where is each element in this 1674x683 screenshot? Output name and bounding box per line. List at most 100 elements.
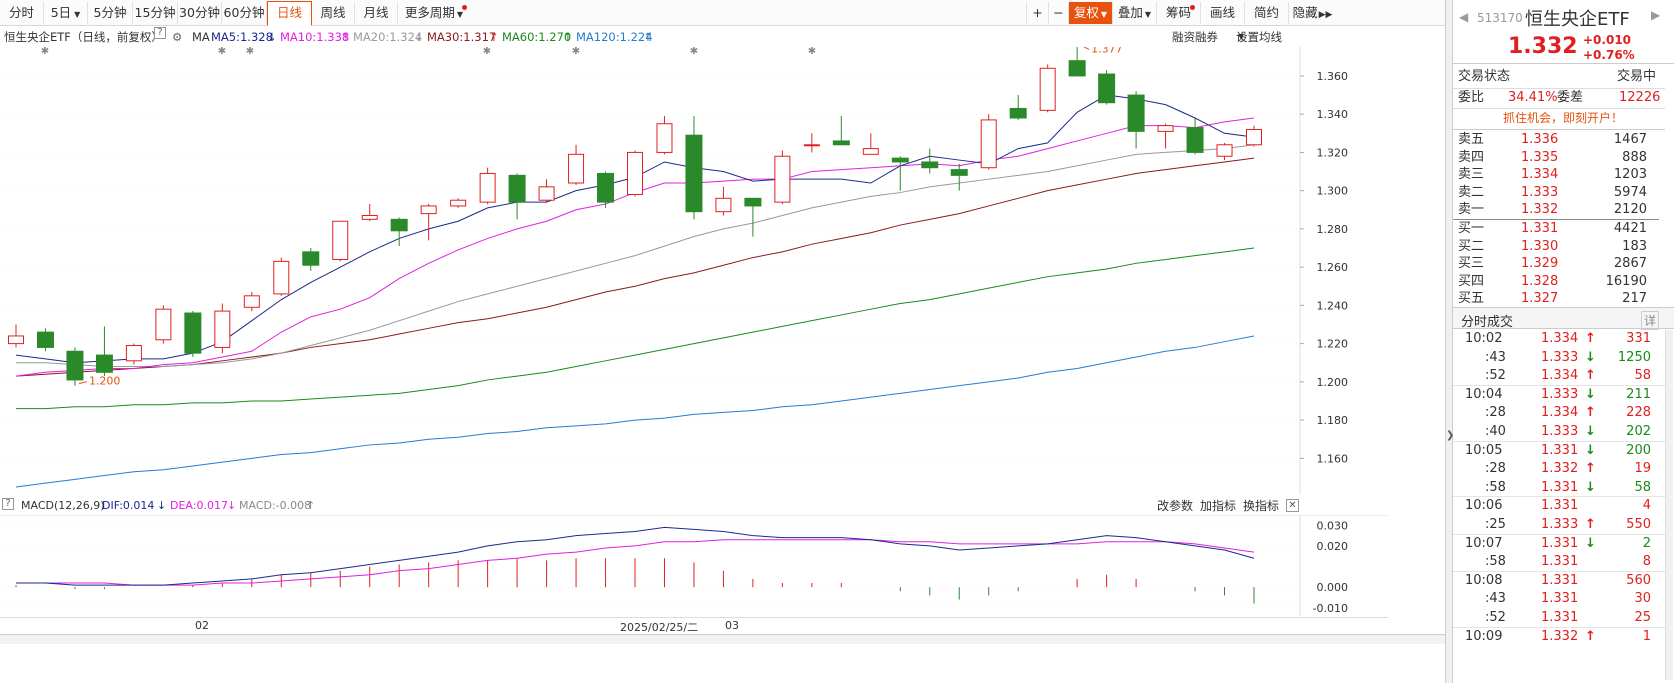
ask-level-row[interactable]: 卖五 1.336 1467 <box>1453 131 1663 149</box>
ticks-scrollbar[interactable] <box>1665 330 1673 680</box>
arrow-up-icon: ↑ <box>1585 461 1596 477</box>
period-60min-button[interactable]: 60分钟 <box>222 2 267 24</box>
candle <box>36 328 54 352</box>
candle <box>832 116 850 146</box>
candle-body <box>243 295 260 308</box>
y-tick-label: 1.160 <box>1317 452 1349 465</box>
tick-row: 10:09 1.332 ↑ 1 <box>1453 628 1663 646</box>
candle-body <box>1186 127 1204 153</box>
ask-level-row[interactable]: 卖四 1.335 888 <box>1453 149 1663 167</box>
simple-mode-button[interactable]: 简约 <box>1244 2 1288 24</box>
level-price: 1.336 <box>1521 132 1559 147</box>
candle-body <box>508 174 526 203</box>
level-volume: 888 <box>1622 149 1647 165</box>
arrow-up-icon: ↑ <box>1585 517 1596 532</box>
period-daily-button[interactable]: 日线 <box>267 1 312 26</box>
collapse-arrow-icon[interactable]: ❯ <box>1446 430 1454 441</box>
candle <box>155 305 172 344</box>
prev-stock-icon[interactable]: ◀ <box>1459 10 1468 24</box>
hide-panel-button[interactable]: 隐藏▶▶ <box>1288 2 1336 24</box>
period-5min-button[interactable]: 5分钟 <box>88 2 133 24</box>
bid-level-row[interactable]: 买四 1.328 16190 <box>1453 273 1663 291</box>
change-params-link[interactable]: 改参数 <box>1157 497 1193 515</box>
tick-row: :28 1.332 ↑ 19 <box>1453 460 1663 478</box>
tick-time: 10:09 <box>1465 628 1503 644</box>
open-account-link[interactable]: 抓住机会，即刻开户！ <box>1453 109 1663 127</box>
candle-body <box>627 151 643 195</box>
ma-legend: 恒生央企ETF（日线，前复权） ? ⚙ MA MA5:1.328 ↓ MA10:… <box>0 27 1388 47</box>
tick-volume: 560 <box>1626 572 1651 588</box>
arrow-up-icon: ↑ <box>1585 368 1596 384</box>
candle-body <box>1039 67 1056 111</box>
gear-icon[interactable]: ⚙ <box>172 27 182 47</box>
draw-line-button[interactable]: 画线 <box>1200 2 1244 24</box>
bid-level-row[interactable]: 买五 1.327 217 <box>1453 290 1663 308</box>
event-marker-icon: ✱ <box>572 47 580 57</box>
low-annotation-label: 1.200 <box>89 375 121 388</box>
period-15min-button[interactable]: 15分钟 <box>133 2 178 24</box>
macd-chart[interactable]: 0.030 0.020 0.000 -0.010 <box>0 515 1388 616</box>
candle <box>538 179 555 203</box>
close-icon[interactable]: ✕ <box>1286 499 1299 512</box>
candlestick-chart[interactable]: 1.360 1.340 1.320 1.300 1.280 1.260 1.240 1.220… <box>0 47 1388 495</box>
level-price: 1.328 <box>1521 273 1559 289</box>
next-stock-icon[interactable]: ▶ <box>1651 8 1660 22</box>
candle <box>361 204 378 222</box>
tick-row: 10:07 1.331 ↓ 2 <box>1453 535 1663 553</box>
ask-level-row[interactable]: 卖一 1.332 2120 <box>1453 201 1663 219</box>
ask-level-row[interactable]: 卖三 1.334 1203 <box>1453 166 1663 184</box>
y-tick-label: 1.220 <box>1317 338 1349 351</box>
level-price: 1.330 <box>1521 238 1559 254</box>
level-volume: 2120 <box>1613 202 1647 217</box>
tick-volume: 58 <box>1634 368 1651 384</box>
candle <box>627 150 643 197</box>
y-tick-label: 1.300 <box>1317 185 1349 198</box>
panel-splitter[interactable]: ❯ <box>1445 0 1454 683</box>
bid-level-row[interactable]: 买三 1.329 2867 <box>1453 255 1663 273</box>
zoom-in-button[interactable]: + <box>1026 2 1048 24</box>
period-more-button[interactable]: 更多周期 ▼ <box>398 2 470 24</box>
zoom-out-button[interactable]: − <box>1048 2 1068 24</box>
level-volume: 4421 <box>1613 221 1647 236</box>
period-monthly-button[interactable]: 月线 <box>355 2 398 24</box>
chevron-down-icon: ▼ <box>1144 10 1152 19</box>
indicator-tab-strip[interactable] <box>0 634 1452 644</box>
y-tick-label: 0.030 <box>1317 519 1349 532</box>
switch-indicator-link[interactable]: 换指标 <box>1243 497 1279 515</box>
period-5day-button[interactable]: 5日 ▼ <box>44 2 88 24</box>
weicha-value: 12226 <box>1619 90 1661 105</box>
period-weekly-button[interactable]: 周线 <box>312 2 355 24</box>
ask-level-row[interactable]: 卖二 1.333 5974 <box>1453 184 1663 202</box>
chevron-down-icon: ▼ <box>456 10 464 19</box>
bid-level-row[interactable]: 买二 1.330 183 <box>1453 238 1663 256</box>
level-label: 买一 <box>1458 221 1485 236</box>
tick-volume: 19 <box>1634 461 1651 477</box>
candle-body <box>332 220 349 260</box>
date-label: 03 <box>725 619 739 632</box>
candle <box>479 167 496 205</box>
y-tick-label: 1.360 <box>1317 70 1349 83</box>
period-30min-button[interactable]: 30分钟 <box>178 2 222 24</box>
tick-row: :43 1.333 ↓ 1250 <box>1453 349 1663 367</box>
candle <box>597 171 615 208</box>
fuquan-button[interactable]: 复权 ▼ <box>1068 2 1112 24</box>
margin-trading-link[interactable]: 融资融券 <box>1172 27 1218 47</box>
tick-time: 10:08 <box>1465 572 1503 588</box>
tick-volume: 550 <box>1626 517 1651 532</box>
y-tick-label: -0.010 <box>1313 602 1348 615</box>
candle <box>803 133 820 153</box>
period-intraday-button[interactable]: 分时 <box>0 2 44 24</box>
level-price: 1.331 <box>1521 221 1559 236</box>
tick-row: 10:02 1.334 ↑ 331 <box>1453 330 1663 348</box>
arrow-up-icon: ↑ <box>1585 405 1596 421</box>
level-label: 买三 <box>1458 256 1485 271</box>
overlay-button[interactable]: 叠加 ▼ <box>1112 2 1156 24</box>
weibi-row: 委比 34.41% 委差 12226 <box>1453 89 1663 107</box>
bid-level-row[interactable]: 买一 1.331 4421 <box>1453 220 1663 238</box>
level-volume: 16190 <box>1605 273 1647 289</box>
event-marker-icon: ✱ <box>246 47 254 57</box>
tick-time: :52 <box>1485 368 1506 384</box>
ticks-detail-button[interactable]: 详 <box>1641 311 1660 330</box>
high-annotation-label: 1.377 <box>1091 47 1123 55</box>
add-indicator-link[interactable]: 加指标 <box>1200 497 1236 515</box>
